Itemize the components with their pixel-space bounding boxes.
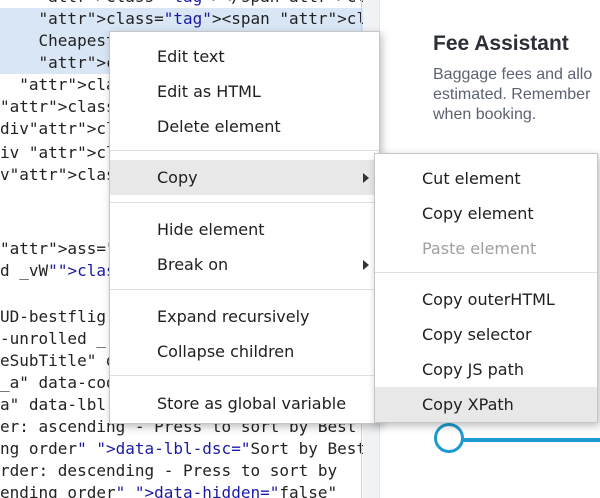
menu-separator	[110, 202, 379, 203]
submenu-arrow-icon	[363, 173, 369, 183]
slider-track[interactable]	[450, 438, 600, 442]
menu-item-delete-element[interactable]: Delete element	[110, 109, 379, 144]
code-line[interactable]: ng order" ">data-lbl-dsc="Sort by Best	[0, 438, 363, 460]
menu-separator	[110, 289, 379, 290]
code-line[interactable]: rder: descending - Press to sort by	[0, 460, 363, 482]
submenu-item-cut-element[interactable]: Cut element	[375, 161, 597, 196]
submenu-item-copy-xpath[interactable]: Copy XPath	[375, 387, 597, 422]
submenu-item-copy-element[interactable]: Copy element	[375, 196, 597, 231]
menu-separator	[110, 150, 379, 151]
code-line[interactable]: ending order" ">data-hidden="false"	[0, 482, 363, 498]
submenu-item-copy-js-path[interactable]: Copy JS path	[375, 352, 597, 387]
fee-assistant-description: Baggage fees and allo estimated. Remembe…	[433, 66, 593, 123]
submenu-item-copy-outerhtml[interactable]: Copy outerHTML	[375, 282, 597, 317]
copy-submenu: Cut element Copy element Paste element C…	[374, 153, 598, 423]
fee-assistant-title: Fee Assistant	[433, 32, 569, 55]
submenu-arrow-icon	[363, 260, 369, 270]
menu-item-break-on-label: Break on	[157, 255, 229, 274]
context-menu: Edit text Edit as HTML Delete element Co…	[109, 31, 380, 424]
menu-item-edit-as-html[interactable]: Edit as HTML	[110, 74, 379, 109]
menu-item-break-on[interactable]: Break on	[110, 247, 379, 282]
slider-handle[interactable]	[434, 423, 464, 453]
menu-separator	[110, 375, 379, 376]
submenu-item-copy-selector[interactable]: Copy selector	[375, 317, 597, 352]
menu-item-hide-element[interactable]: Hide element	[110, 212, 379, 247]
menu-item-collapse-children[interactable]: Collapse children	[110, 334, 379, 369]
menu-item-store-as-global-variable[interactable]: Store as global variable	[110, 386, 379, 421]
code-line-selected[interactable]: "attr">class="tag"><span "attr">class="_…	[0, 8, 363, 30]
menu-item-copy-label: Copy	[157, 168, 198, 187]
code-line[interactable]: "attr">class="tag"></span"attr">class="t…	[0, 0, 363, 8]
menu-item-copy[interactable]: Copy	[110, 160, 379, 195]
menu-item-edit-text[interactable]: Edit text	[110, 39, 379, 74]
submenu-item-paste-element: Paste element	[422, 239, 537, 258]
menu-item-expand-recursively[interactable]: Expand recursively	[110, 299, 379, 334]
menu-separator	[375, 272, 597, 273]
